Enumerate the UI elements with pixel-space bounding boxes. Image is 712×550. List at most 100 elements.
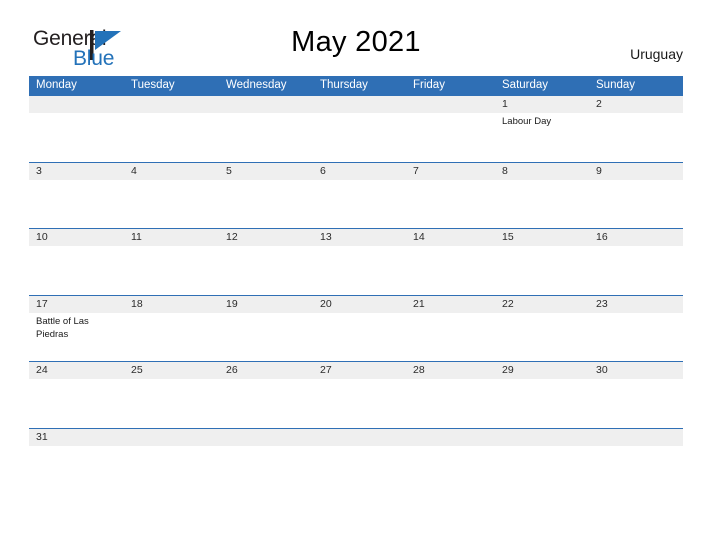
day-event: Battle of Las Piedras bbox=[36, 315, 89, 340]
week-event-band bbox=[29, 379, 683, 427]
day-number[interactable] bbox=[29, 96, 124, 113]
day-event bbox=[495, 446, 589, 494]
day-number[interactable]: 21 bbox=[406, 296, 495, 313]
day-event bbox=[406, 313, 495, 361]
day-event bbox=[313, 446, 406, 494]
day-number[interactable]: 10 bbox=[29, 229, 124, 246]
day-number[interactable]: 25 bbox=[124, 362, 219, 379]
day-number[interactable] bbox=[219, 429, 313, 446]
page-header: General Blue May 2021 Uruguay bbox=[0, 0, 712, 76]
day-number[interactable]: 1 bbox=[495, 96, 589, 113]
day-event bbox=[406, 113, 495, 161]
day-event bbox=[29, 246, 124, 294]
day-event bbox=[589, 313, 683, 361]
day-event bbox=[219, 313, 313, 361]
day-number[interactable]: 22 bbox=[495, 296, 589, 313]
day-number[interactable]: 14 bbox=[406, 229, 495, 246]
week-row: 10 11 12 13 14 15 16 bbox=[29, 228, 683, 295]
day-number[interactable]: 18 bbox=[124, 296, 219, 313]
day-event: Labour Day bbox=[502, 116, 552, 127]
day-number[interactable]: 16 bbox=[589, 229, 683, 246]
weekday-header-thursday: Thursday bbox=[320, 79, 368, 91]
day-event bbox=[406, 180, 495, 228]
day-event bbox=[29, 379, 124, 427]
day-number[interactable] bbox=[219, 96, 313, 113]
week-event-band: Labour Day bbox=[29, 113, 683, 161]
day-number[interactable]: 19 bbox=[219, 296, 313, 313]
day-number[interactable]: 31 bbox=[29, 429, 124, 446]
weekday-header-monday: Monday bbox=[36, 79, 77, 91]
day-number[interactable]: 15 bbox=[495, 229, 589, 246]
day-number[interactable] bbox=[124, 429, 219, 446]
day-event bbox=[406, 446, 495, 494]
page-title: May 2021 bbox=[291, 26, 421, 58]
week-event-band bbox=[29, 246, 683, 294]
day-number[interactable] bbox=[589, 429, 683, 446]
day-event bbox=[495, 379, 589, 427]
day-number[interactable]: 2 bbox=[589, 96, 683, 113]
day-number[interactable]: 12 bbox=[219, 229, 313, 246]
day-number[interactable]: 30 bbox=[589, 362, 683, 379]
day-number[interactable] bbox=[495, 429, 589, 446]
day-event bbox=[124, 379, 219, 427]
day-number[interactable]: 27 bbox=[313, 362, 406, 379]
day-number[interactable] bbox=[313, 96, 406, 113]
day-number[interactable]: 13 bbox=[313, 229, 406, 246]
day-number[interactable]: 8 bbox=[495, 163, 589, 180]
day-event bbox=[313, 379, 406, 427]
day-event bbox=[124, 246, 219, 294]
day-event bbox=[313, 113, 406, 161]
weekday-header-saturday: Saturday bbox=[502, 79, 549, 91]
week-row: 24 25 26 27 28 29 30 bbox=[29, 361, 683, 428]
weekday-header-tuesday: Tuesday bbox=[131, 79, 175, 91]
day-number[interactable]: 6 bbox=[313, 163, 406, 180]
day-event bbox=[495, 180, 589, 228]
week-row: 3 4 5 6 7 8 9 bbox=[29, 161, 683, 229]
day-number[interactable]: 29 bbox=[495, 362, 589, 379]
day-event bbox=[29, 446, 124, 494]
day-number[interactable]: 7 bbox=[406, 163, 495, 180]
day-number[interactable]: 11 bbox=[124, 229, 219, 246]
day-event bbox=[219, 113, 313, 161]
day-number[interactable]: 28 bbox=[406, 362, 495, 379]
week-row: 31 bbox=[29, 427, 683, 495]
day-number[interactable]: 24 bbox=[29, 362, 124, 379]
week-date-band: 3 4 5 6 7 8 9 bbox=[29, 162, 683, 180]
day-event bbox=[589, 246, 683, 294]
weekday-header-wednesday: Wednesday bbox=[226, 79, 287, 91]
week-row: 1 2 Labour Day bbox=[29, 95, 683, 162]
day-event bbox=[313, 246, 406, 294]
day-number[interactable]: 5 bbox=[219, 163, 313, 180]
day-event bbox=[495, 246, 589, 294]
week-date-band: 17 18 19 20 21 22 23 bbox=[29, 295, 683, 313]
week-event-band: Battle of Las Piedras bbox=[29, 312, 683, 361]
day-event bbox=[495, 313, 589, 361]
week-event-band bbox=[29, 179, 683, 228]
week-row: 17 18 19 20 21 22 23 Battle of Las Piedr… bbox=[29, 294, 683, 362]
day-event bbox=[124, 446, 219, 494]
day-event bbox=[219, 246, 313, 294]
day-event bbox=[219, 446, 313, 494]
week-date-band: 24 25 26 27 28 29 30 bbox=[29, 362, 683, 379]
day-number[interactable]: 3 bbox=[29, 163, 124, 180]
day-number[interactable]: 9 bbox=[589, 163, 683, 180]
day-event bbox=[589, 379, 683, 427]
day-event bbox=[589, 446, 683, 494]
day-number[interactable]: 20 bbox=[313, 296, 406, 313]
day-number[interactable]: 23 bbox=[589, 296, 683, 313]
day-number[interactable]: 26 bbox=[219, 362, 313, 379]
day-number[interactable]: 17 bbox=[29, 296, 124, 313]
day-event bbox=[313, 180, 406, 228]
day-event bbox=[124, 313, 219, 361]
day-number[interactable] bbox=[406, 429, 495, 446]
day-number[interactable] bbox=[406, 96, 495, 113]
week-event-band bbox=[29, 445, 683, 494]
day-number[interactable]: 4 bbox=[124, 163, 219, 180]
day-event bbox=[124, 113, 219, 161]
day-number[interactable] bbox=[313, 429, 406, 446]
week-date-band: 10 11 12 13 14 15 16 bbox=[29, 229, 683, 246]
day-event bbox=[219, 180, 313, 228]
day-event bbox=[29, 180, 124, 228]
day-number[interactable] bbox=[124, 96, 219, 113]
day-event bbox=[219, 379, 313, 427]
